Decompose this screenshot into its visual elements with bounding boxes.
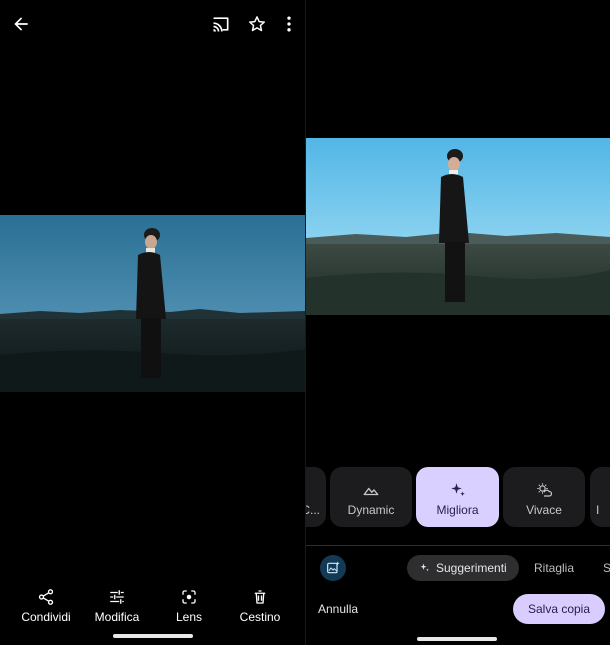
- cancel-button[interactable]: Annulla: [318, 602, 358, 616]
- tune-icon: [110, 590, 124, 604]
- filter-label: Dynamic: [347, 503, 395, 517]
- save-copy-button[interactable]: Salva copia: [513, 594, 605, 624]
- lens-icon: [182, 590, 196, 604]
- mountain-icon: [363, 487, 379, 496]
- share-button[interactable]: Condividi: [11, 588, 81, 624]
- filter-label: Vivace: [526, 503, 562, 517]
- photo-editor-panel: C... Dynamic Migliora Vivace I Suggerime…: [306, 0, 610, 645]
- save-copy-label: Salva copia: [527, 602, 591, 616]
- tools-divider: [306, 545, 610, 546]
- more-vert-icon[interactable]: [277, 12, 301, 36]
- trash-label: Cestino: [239, 610, 281, 624]
- crop-tab[interactable]: Ritaglia: [534, 561, 574, 575]
- lens-label: Lens: [175, 610, 203, 624]
- gesture-home-bar[interactable]: [417, 637, 497, 641]
- next-tab-partial[interactable]: S: [603, 561, 610, 575]
- filter-label: Migliora: [436, 503, 479, 517]
- lens-button[interactable]: Lens: [154, 588, 224, 624]
- filter-label: C...: [306, 503, 320, 517]
- editor-tools-row: Suggerimenti Ritaglia S: [306, 553, 610, 583]
- edited-photo-image: [306, 138, 610, 315]
- filter-carousel: C... Dynamic Migliora Vivace I: [306, 467, 610, 527]
- filter-label: I: [596, 503, 600, 517]
- photo-viewer-panel: Condividi Modifica Lens Cestino: [0, 0, 305, 645]
- suggestions-label: Suggerimenti: [436, 561, 507, 575]
- gesture-home-bar[interactable]: [113, 634, 193, 638]
- filter-card-partial-left[interactable]: C...: [306, 467, 326, 527]
- filter-card-vivace[interactable]: Vivace: [503, 467, 585, 527]
- edit-label: Modifica: [94, 610, 140, 624]
- trash-button[interactable]: Cestino: [225, 588, 295, 624]
- cast-icon[interactable]: [209, 12, 233, 36]
- photo-image[interactable]: [0, 215, 305, 392]
- sun-cloud-icon: [537, 483, 553, 497]
- trash-icon: [254, 590, 266, 604]
- filter-card-dynamic[interactable]: Dynamic: [330, 467, 412, 527]
- back-arrow-icon[interactable]: [9, 12, 33, 36]
- sparkle-small-icon: [420, 563, 429, 572]
- ai-edit-icon[interactable]: [320, 555, 346, 581]
- share-label: Condividi: [21, 610, 71, 624]
- filter-card-partial-right[interactable]: I: [590, 467, 610, 527]
- photo-actions-bar: Condividi Modifica Lens Cestino: [0, 588, 305, 624]
- sparkle-icon: [450, 483, 465, 496]
- share-icon: [38, 589, 54, 605]
- suggestions-tab[interactable]: Suggerimenti: [407, 555, 519, 581]
- star-icon[interactable]: [245, 12, 269, 36]
- filter-card-migliora[interactable]: Migliora: [416, 467, 499, 527]
- edit-button[interactable]: Modifica: [82, 588, 152, 624]
